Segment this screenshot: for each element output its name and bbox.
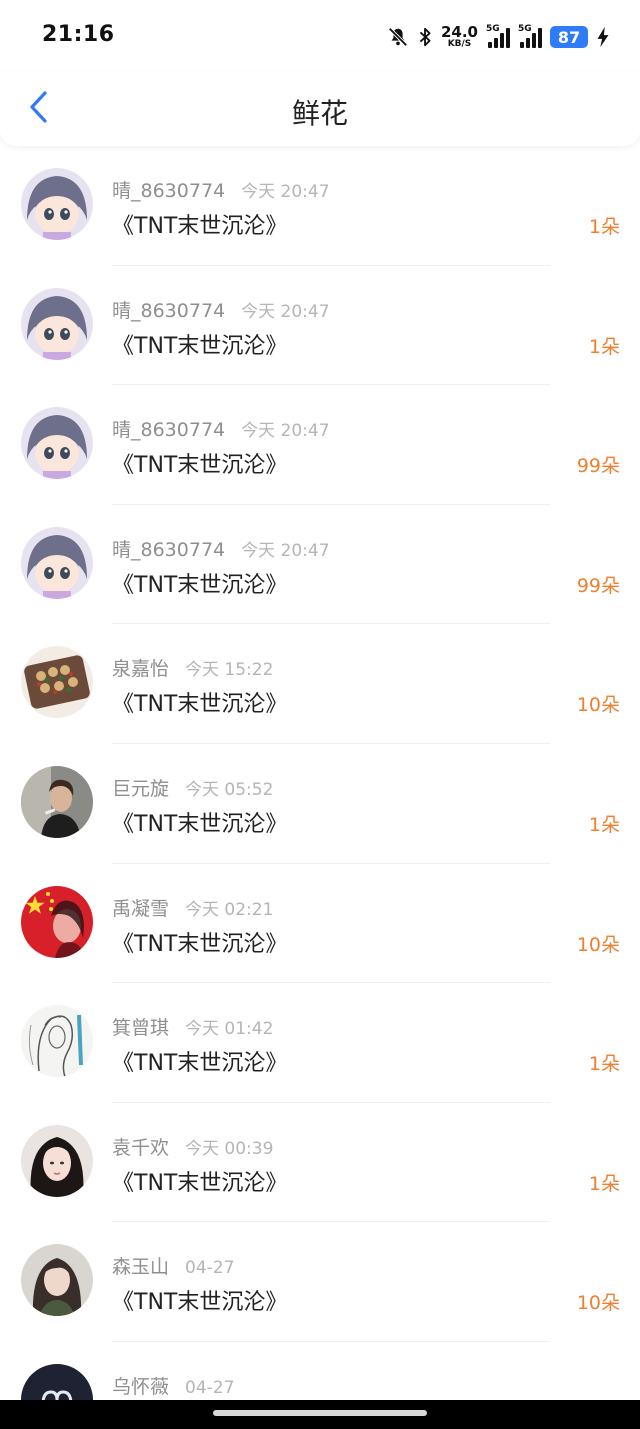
avatar[interactable] <box>21 885 93 958</box>
flower-count: 10朵 <box>576 694 620 717</box>
flower-count: 1朵 <box>588 335 620 358</box>
list-item[interactable]: 巨元旋 今天 05:52 《TNT末世沉沦》 1朵 <box>0 744 640 864</box>
username[interactable]: 袁千欢 <box>112 1133 169 1160</box>
flower-count: 10朵 <box>576 933 620 956</box>
bluetooth-icon <box>417 26 433 48</box>
net-speed-value: 24.0 <box>440 23 478 41</box>
username[interactable]: 禹凝雪 <box>112 894 169 921</box>
bell-off-icon <box>387 26 409 48</box>
list-item[interactable]: 晴_8630774 今天 20:47 《TNT末世沉沦》 99朵 <box>0 385 640 505</box>
timestamp: 今天 00:39 <box>185 1138 274 1159</box>
item-meta: 晴_8630774 今天 20:47 <box>112 176 330 203</box>
status-time: 21:16 <box>42 22 115 47</box>
book-title[interactable]: 《TNT末世沉沦》 <box>112 567 287 599</box>
book-title[interactable]: 《TNT末世沉沦》 <box>112 447 287 479</box>
avatar[interactable] <box>21 168 93 240</box>
list-item[interactable]: 森玉山 04-27 《TNT末世沉沦》 10朵 <box>0 1222 640 1342</box>
book-title[interactable]: 《TNT末世沉沦》 <box>112 1045 287 1077</box>
page-title: 鲜花 <box>291 97 348 130</box>
timestamp: 今天 20:47 <box>241 301 330 322</box>
signal-icon: 5G <box>486 24 510 48</box>
page: 21:16 24.0 KB/S 5G 5G 87 鲜花 晴_8630774 今天… <box>0 0 640 1429</box>
timestamp: 今天 02:21 <box>185 899 274 920</box>
item-meta: 乌怀薇 04-27 <box>112 1372 234 1399</box>
flower-count: 1朵 <box>588 216 620 238</box>
username[interactable]: 晴_8630774 <box>112 296 225 323</box>
item-meta: 禹凝雪 今天 02:21 <box>112 894 273 921</box>
timestamp: 今天 20:47 <box>241 421 330 442</box>
flower-count: 1朵 <box>588 1172 620 1195</box>
timestamp: 04-27 <box>185 1258 235 1279</box>
username[interactable]: 森玉山 <box>112 1252 169 1279</box>
battery-icon: 87 <box>550 26 588 48</box>
home-indicator[interactable] <box>213 1410 427 1416</box>
username[interactable]: 乌怀薇 <box>112 1372 169 1399</box>
item-meta: 箕曾琪 今天 01:42 <box>112 1013 273 1040</box>
avatar[interactable] <box>21 646 93 719</box>
avatar[interactable] <box>21 407 93 480</box>
charging-icon <box>596 26 610 48</box>
list-item[interactable]: 晴_8630774 今天 20:47 《TNT末世沉沦》 1朵 <box>0 266 640 386</box>
list-item[interactable]: 袁千欢 今天 00:39 《TNT末世沉沦》 1朵 <box>0 1103 640 1223</box>
list-item[interactable]: 箕曾琪 今天 01:42 《TNT末世沉沦》 1朵 <box>0 983 640 1103</box>
net-speed: 24.0 KB/S <box>441 25 478 49</box>
avatar[interactable] <box>21 287 93 360</box>
book-title[interactable]: 《TNT末世沉沦》 <box>112 208 287 240</box>
avatar[interactable] <box>21 1124 93 1197</box>
username[interactable]: 泉嘉怡 <box>112 654 169 681</box>
flower-count: 99朵 <box>576 574 620 597</box>
book-title[interactable]: 《TNT末世沉沦》 <box>112 328 287 360</box>
timestamp: 今天 20:47 <box>241 540 330 561</box>
avatar[interactable] <box>21 765 93 838</box>
username[interactable]: 巨元旋 <box>112 774 169 801</box>
book-title[interactable]: 《TNT末世沉沦》 <box>112 926 287 958</box>
flower-list: 晴_8630774 今天 20:47 《TNT末世沉沦》 1朵 晴_863077… <box>0 146 640 1429</box>
username[interactable]: 箕曾琪 <box>112 1013 169 1040</box>
timestamp: 今天 20:47 <box>241 182 330 202</box>
item-meta: 森玉山 04-27 <box>112 1252 234 1279</box>
book-title[interactable]: 《TNT末世沉沦》 <box>112 1165 287 1197</box>
book-title[interactable]: 《TNT末世沉沦》 <box>112 1284 287 1316</box>
username[interactable]: 晴_8630774 <box>112 535 225 562</box>
status-bar: 21:16 24.0 KB/S 5G 5G 87 <box>0 0 640 72</box>
list-item[interactable]: 禹凝雪 今天 02:21 《TNT末世沉沦》 10朵 <box>0 864 640 984</box>
list-item[interactable]: 泉嘉怡 今天 15:22 《TNT末世沉沦》 10朵 <box>0 624 640 744</box>
book-title[interactable]: 《TNT末世沉沦》 <box>112 806 287 838</box>
signal-tag: 5G <box>486 24 500 34</box>
flower-count: 1朵 <box>588 1053 620 1076</box>
flower-count: 10朵 <box>576 1292 620 1315</box>
item-meta: 晴_8630774 今天 20:47 <box>112 535 330 562</box>
book-title[interactable]: 《TNT末世沉沦》 <box>112 686 287 718</box>
username[interactable]: 晴_8630774 <box>112 176 225 203</box>
net-speed-unit: KB/S <box>447 39 472 49</box>
timestamp: 今天 01:42 <box>185 1019 274 1040</box>
timestamp: 04-27 <box>185 1377 235 1398</box>
avatar[interactable] <box>21 1244 93 1317</box>
timestamp: 今天 15:22 <box>185 660 274 681</box>
avatar[interactable] <box>21 1005 93 1078</box>
list-item[interactable]: 晴_8630774 今天 20:47 《TNT末世沉沦》 99朵 <box>0 505 640 625</box>
header: 鲜花 <box>0 72 640 146</box>
item-meta: 袁千欢 今天 00:39 <box>112 1133 273 1160</box>
signal-icon: 5G <box>518 24 542 48</box>
flower-count: 1朵 <box>588 813 620 836</box>
item-meta: 泉嘉怡 今天 15:22 <box>112 654 273 681</box>
status-icons: 24.0 KB/S 5G 5G 87 <box>387 22 610 52</box>
signal-tag: 5G <box>518 24 532 34</box>
item-meta: 晴_8630774 今天 20:47 <box>112 296 330 323</box>
item-meta: 晴_8630774 今天 20:47 <box>112 415 330 442</box>
item-meta: 巨元旋 今天 05:52 <box>112 774 273 801</box>
avatar[interactable] <box>21 526 93 599</box>
timestamp: 今天 05:52 <box>185 779 274 800</box>
system-nav-bar <box>0 1400 640 1429</box>
flower-count: 99朵 <box>576 455 620 478</box>
username[interactable]: 晴_8630774 <box>112 415 225 442</box>
list-item[interactable]: 晴_8630774 今天 20:47 《TNT末世沉沦》 1朵 <box>0 146 640 266</box>
